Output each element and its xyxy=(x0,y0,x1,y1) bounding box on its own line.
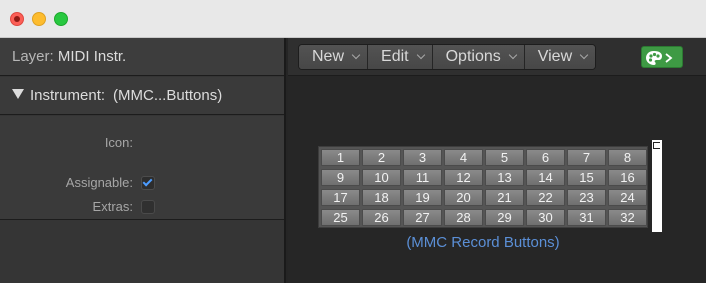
assignable-checkbox[interactable] xyxy=(141,176,155,190)
layer-value: MIDI Instr. xyxy=(57,48,127,65)
record-button-20[interactable]: 20 xyxy=(444,189,483,206)
object-outlet-strip[interactable] xyxy=(652,140,662,232)
record-button-28[interactable]: 28 xyxy=(444,209,483,226)
record-button-23[interactable]: 23 xyxy=(567,189,606,206)
checkmark-icon xyxy=(142,176,153,187)
new-menu-label: New xyxy=(312,48,345,65)
title-bar xyxy=(0,0,706,38)
instrument-name[interactable]: (MMC...Buttons) xyxy=(113,87,222,104)
outlet-flag-icon xyxy=(653,142,660,149)
chevron-down-icon xyxy=(351,50,361,60)
inspector-empty-area xyxy=(0,221,284,283)
record-button-15[interactable]: 15 xyxy=(567,169,606,186)
record-button-14[interactable]: 14 xyxy=(526,169,565,186)
record-button-12[interactable]: 12 xyxy=(444,169,483,186)
record-button-11[interactable]: 11 xyxy=(403,169,442,186)
layer-label: Layer: xyxy=(12,48,54,65)
record-button-9[interactable]: 9 xyxy=(321,169,360,186)
palette-icon xyxy=(646,51,673,65)
close-icon xyxy=(14,16,20,22)
view-menu[interactable]: View xyxy=(524,45,596,69)
record-button-3[interactable]: 3 xyxy=(403,149,442,166)
record-button-24[interactable]: 24 xyxy=(608,189,647,206)
instrument-properties: Icon: Assignable: Extras: xyxy=(0,116,284,220)
record-button-18[interactable]: 18 xyxy=(362,189,401,206)
record-button-16[interactable]: 16 xyxy=(608,169,647,186)
minimize-button[interactable] xyxy=(32,12,46,26)
options-menu[interactable]: Options xyxy=(432,45,525,69)
extras-label: Extras: xyxy=(92,199,133,214)
mmc-record-buttons: 1 2 3 4 5 6 7 8 9 10 11 12 13 14 15 16 1… xyxy=(318,146,648,228)
chevron-down-icon xyxy=(416,50,425,60)
record-button-25[interactable]: 25 xyxy=(321,209,360,226)
chevron-down-icon xyxy=(508,50,517,60)
edit-menu-label: Edit xyxy=(381,48,409,65)
record-button-19[interactable]: 19 xyxy=(403,189,442,206)
icon-label: Icon: xyxy=(104,135,133,150)
menu-group: New Edit Options View xyxy=(298,44,597,70)
instrument-label: Instrument: xyxy=(30,87,106,104)
edit-menu[interactable]: Edit xyxy=(368,45,433,69)
view-menu-label: View xyxy=(537,48,573,65)
record-button-22[interactable]: 22 xyxy=(526,189,565,206)
assignable-label: Assignable: xyxy=(65,175,133,190)
record-button-10[interactable]: 10 xyxy=(362,169,401,186)
record-button-5[interactable]: 5 xyxy=(485,149,524,166)
environment-area: New Edit Options View 1 2 3 4 5 6 7 8 9 … xyxy=(288,38,706,283)
local-toolbar: New Edit Options View xyxy=(288,38,706,76)
record-button-1[interactable]: 1 xyxy=(321,149,360,166)
instrument-header[interactable]: Instrument: (MMC...Buttons) xyxy=(0,77,284,115)
record-button-8[interactable]: 8 xyxy=(608,149,647,166)
chevron-down-icon xyxy=(579,50,589,60)
record-button-4[interactable]: 4 xyxy=(444,149,483,166)
record-button-26[interactable]: 26 xyxy=(362,209,401,226)
close-button[interactable] xyxy=(10,12,24,26)
record-button-29[interactable]: 29 xyxy=(485,209,524,226)
record-button-2[interactable]: 2 xyxy=(362,149,401,166)
new-menu[interactable]: New xyxy=(299,45,369,69)
inspector-panel: Layer: MIDI Instr. Instrument: (MMC...But… xyxy=(0,38,286,283)
object-caption[interactable]: (MMC Record Buttons) xyxy=(318,234,648,251)
zoom-button[interactable] xyxy=(54,12,68,26)
record-button-31[interactable]: 31 xyxy=(567,209,606,226)
record-button-6[interactable]: 6 xyxy=(526,149,565,166)
record-button-27[interactable]: 27 xyxy=(403,209,442,226)
extras-checkbox[interactable] xyxy=(141,200,155,214)
record-button-7[interactable]: 7 xyxy=(567,149,606,166)
record-button-13[interactable]: 13 xyxy=(485,169,524,186)
options-menu-label: Options xyxy=(445,48,501,65)
record-button-32[interactable]: 32 xyxy=(608,209,647,226)
record-button-21[interactable]: 21 xyxy=(485,189,524,206)
midi-through-button[interactable] xyxy=(641,46,683,68)
disclosure-triangle-icon[interactable] xyxy=(12,89,24,99)
record-button-30[interactable]: 30 xyxy=(526,209,565,226)
record-button-17[interactable]: 17 xyxy=(321,189,360,206)
environment-window: Layer: MIDI Instr. Instrument: (MMC...But… xyxy=(0,0,706,283)
layer-selector[interactable]: Layer: MIDI Instr. xyxy=(0,38,284,76)
